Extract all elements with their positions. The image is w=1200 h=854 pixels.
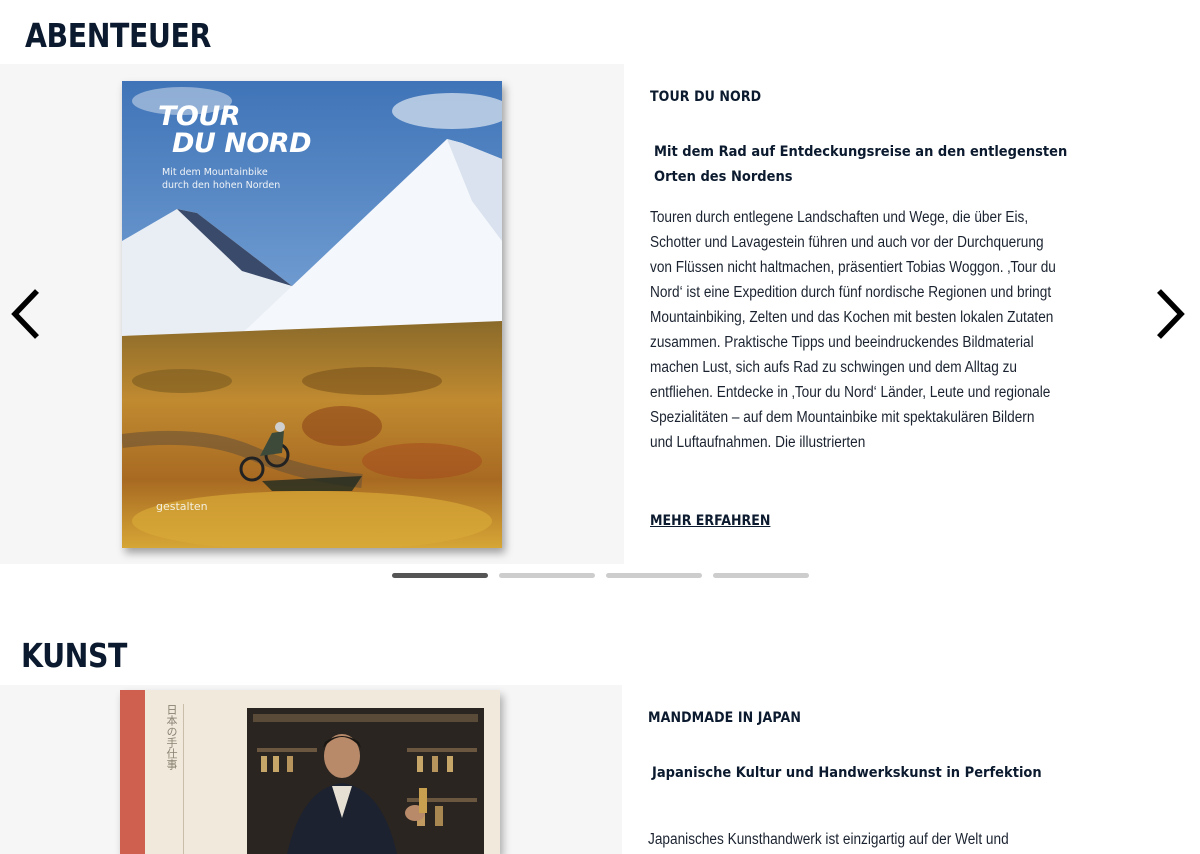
- section-title-abenteuer: ABENTEUER: [25, 16, 211, 55]
- mehr-erfahren-link[interactable]: MEHR ERFAHREN: [650, 513, 770, 529]
- carousel-pagination: [392, 573, 809, 578]
- cover-title: TOUR DU NORD: [158, 103, 312, 159]
- book-name: TOUR DU NORD: [650, 89, 762, 105]
- book-cover-handmade-in-japan[interactable]: 日本の手仕事: [120, 690, 500, 854]
- cover-subtitle: Mit dem Mountainbike durch den hohen Nor…: [162, 166, 312, 192]
- section-title-kunst: KUNST: [21, 636, 127, 675]
- cover-subtitle-line2: durch den hohen Norden: [162, 180, 281, 191]
- cover-publisher-logo: gestalten: [156, 500, 208, 513]
- book-description: Japanisches Kunsthandwerk ist einzigarti…: [648, 831, 1009, 848]
- chevron-right-icon: [1157, 289, 1185, 339]
- book-subtitle: Mit dem Rad auf Entdeckungsreise an den …: [654, 144, 1068, 185]
- carousel-dot-4[interactable]: [713, 573, 809, 578]
- cover-title-line2: DU NORD: [172, 128, 312, 159]
- book-description: Touren durch entlegene Landschaften und …: [650, 209, 1056, 451]
- book-cover-tour-du-nord[interactable]: TOUR DU NORD Mit dem Mountainbike durch …: [122, 81, 502, 548]
- carousel-dot-3[interactable]: [606, 573, 702, 578]
- book-name: MANDMADE IN JAPAN: [648, 710, 802, 726]
- cover-vertical-text: 日本の手仕事: [165, 704, 178, 770]
- cover-subtitle-line1: Mit dem Mountainbike: [162, 167, 268, 178]
- carousel-dot-2[interactable]: [499, 573, 595, 578]
- carousel-prev-button[interactable]: [6, 284, 46, 344]
- book-subtitle: Japanische Kultur und Handwerkskunst in …: [652, 765, 1042, 781]
- cover-divider: [183, 704, 184, 854]
- cover-photo: [247, 708, 484, 854]
- chevron-left-icon: [11, 289, 39, 339]
- cover-stripe: [120, 690, 145, 854]
- carousel-dot-1[interactable]: [392, 573, 488, 578]
- carousel-next-button[interactable]: [1150, 284, 1190, 344]
